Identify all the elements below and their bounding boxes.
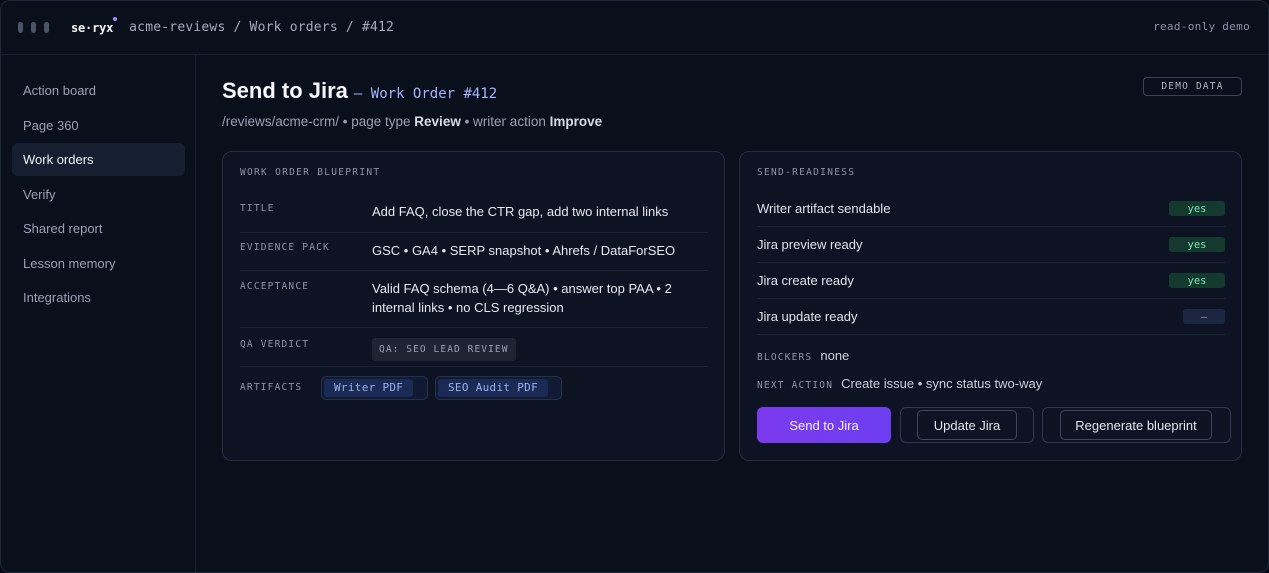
sidebar-item-lesson-memory[interactable]: Lesson memory xyxy=(12,247,185,280)
page-title: Send to Jira xyxy=(222,78,348,103)
artifact-seo-audit-pdf[interactable]: SEO Audit PDF xyxy=(435,376,562,400)
next-action-label: NEXT ACTION xyxy=(757,380,834,391)
send-to-jira-button[interactable]: Send to Jira xyxy=(757,407,891,443)
artifact-writer-pdf[interactable]: Writer PDF xyxy=(321,376,428,400)
next-action-value: Create issue • sync status two-way xyxy=(841,376,1043,391)
blueprint-row-acceptance: ACCEPTANCE Valid FAQ schema (4—6 Q&A) • … xyxy=(240,271,708,328)
breadcrumb[interactable]: acme-reviews / Work orders / #412 xyxy=(129,20,394,35)
artifact-label: Writer PDF xyxy=(324,379,414,397)
writer-action-value: Improve xyxy=(549,114,603,129)
readiness-row: Jira preview ready yes xyxy=(757,227,1225,263)
readiness-label: Jira create ready xyxy=(757,273,854,288)
status-badge: yes xyxy=(1169,201,1225,216)
page-header: Send to Jira — Work Order #412 xyxy=(222,78,497,104)
readiness-row: Jira create ready yes xyxy=(757,263,1225,299)
regenerate-blueprint-button-frame: Regenerate blueprint xyxy=(1042,407,1231,443)
qa-verdict: QA: SEO LEAD REVIEW xyxy=(372,338,692,361)
readiness-label: Jira preview ready xyxy=(757,237,863,252)
work-order-blueprint-card: WORK ORDER BLUEPRINT TITLE Add FAQ, clos… xyxy=(222,151,725,461)
blockers-label: BLOCKERS xyxy=(757,352,813,363)
blockers: BLOCKERS none xyxy=(757,348,849,363)
regenerate-blueprint-button[interactable]: Regenerate blueprint xyxy=(1060,410,1212,440)
card-heading: WORK ORDER BLUEPRINT xyxy=(240,167,381,178)
status-badge: yes xyxy=(1169,273,1225,288)
sidebar-item-action-board[interactable]: Action board xyxy=(12,74,185,107)
page-path: /reviews/acme-crm/ xyxy=(222,114,340,129)
field-label: QA VERDICT xyxy=(240,339,310,350)
page-type-value: Review xyxy=(414,114,461,129)
window-controls xyxy=(18,22,49,33)
readiness-label: Writer artifact sendable xyxy=(757,201,891,216)
meta-separator: • writer action xyxy=(460,114,550,129)
readonly-indicator: read-only demo xyxy=(1153,20,1250,33)
send-readiness-card: SEND-READINESS Writer artifact sendable … xyxy=(739,151,1242,461)
window-dot-icon[interactable] xyxy=(44,22,49,33)
blueprint-row-qa: QA VERDICT QA: SEO LEAD REVIEW xyxy=(240,328,708,367)
field-value: GSC • GA4 • SERP snapshot • Ahrefs / Dat… xyxy=(372,243,676,258)
sidebar-item-work-orders[interactable]: Work orders xyxy=(12,143,185,176)
qa-verdict-chip: QA: SEO LEAD REVIEW xyxy=(372,338,516,361)
card-heading: SEND-READINESS xyxy=(757,167,856,178)
update-jira-button-frame: Update Jira xyxy=(900,407,1034,443)
logo-spark-icon xyxy=(113,16,118,21)
status-badge: – xyxy=(1183,309,1225,324)
field-label: ACCEPTANCE xyxy=(240,281,310,292)
next-action: NEXT ACTION Create issue • sync status t… xyxy=(757,376,1042,391)
field-value: Add FAQ, close the CTR gap, add two inte… xyxy=(372,204,669,219)
sidebar-item-integrations[interactable]: Integrations xyxy=(12,281,185,314)
readiness-row: Writer artifact sendable yes xyxy=(757,191,1225,227)
window-dot-icon[interactable] xyxy=(31,22,36,33)
status-badge: yes xyxy=(1169,237,1225,252)
sidebar-item-verify[interactable]: Verify xyxy=(12,178,185,211)
app-window: se·ryx acme-reviews / Work orders / #412… xyxy=(0,0,1269,573)
readiness-row: Jira update ready – xyxy=(757,299,1225,335)
field-label: TITLE xyxy=(240,203,275,214)
sidebar: Action board Page 360 Work orders Verify… xyxy=(1,55,196,572)
window-dot-icon[interactable] xyxy=(18,22,23,33)
logo-text: se·ryx xyxy=(71,20,114,35)
blueprint-row-title: TITLE Add FAQ, close the CTR gap, add tw… xyxy=(240,195,708,233)
artifact-label: SEO Audit PDF xyxy=(438,379,548,397)
titlebar: se·ryx acme-reviews / Work orders / #412… xyxy=(1,1,1268,55)
sidebar-item-page-360[interactable]: Page 360 xyxy=(12,109,185,142)
field-label: ARTIFACTS xyxy=(240,382,303,393)
work-order-id: — Work Order #412 xyxy=(353,86,498,102)
demo-data-badge: DEMO DATA xyxy=(1143,77,1242,96)
app-logo[interactable]: se·ryx xyxy=(71,16,118,35)
blockers-value: none xyxy=(820,348,850,363)
sidebar-item-shared-report[interactable]: Shared report xyxy=(12,212,185,245)
update-jira-button[interactable]: Update Jira xyxy=(917,410,1017,440)
page-meta: /reviews/acme-crm/ • page type Review • … xyxy=(222,114,602,129)
blueprint-row-evidence: EVIDENCE PACK GSC • GA4 • SERP snapshot … xyxy=(240,233,708,271)
meta-separator: • page type xyxy=(339,114,415,129)
field-value: Valid FAQ schema (4—6 Q&A) • answer top … xyxy=(372,281,672,315)
readiness-label: Jira update ready xyxy=(757,309,858,324)
field-label: EVIDENCE PACK xyxy=(240,242,330,253)
